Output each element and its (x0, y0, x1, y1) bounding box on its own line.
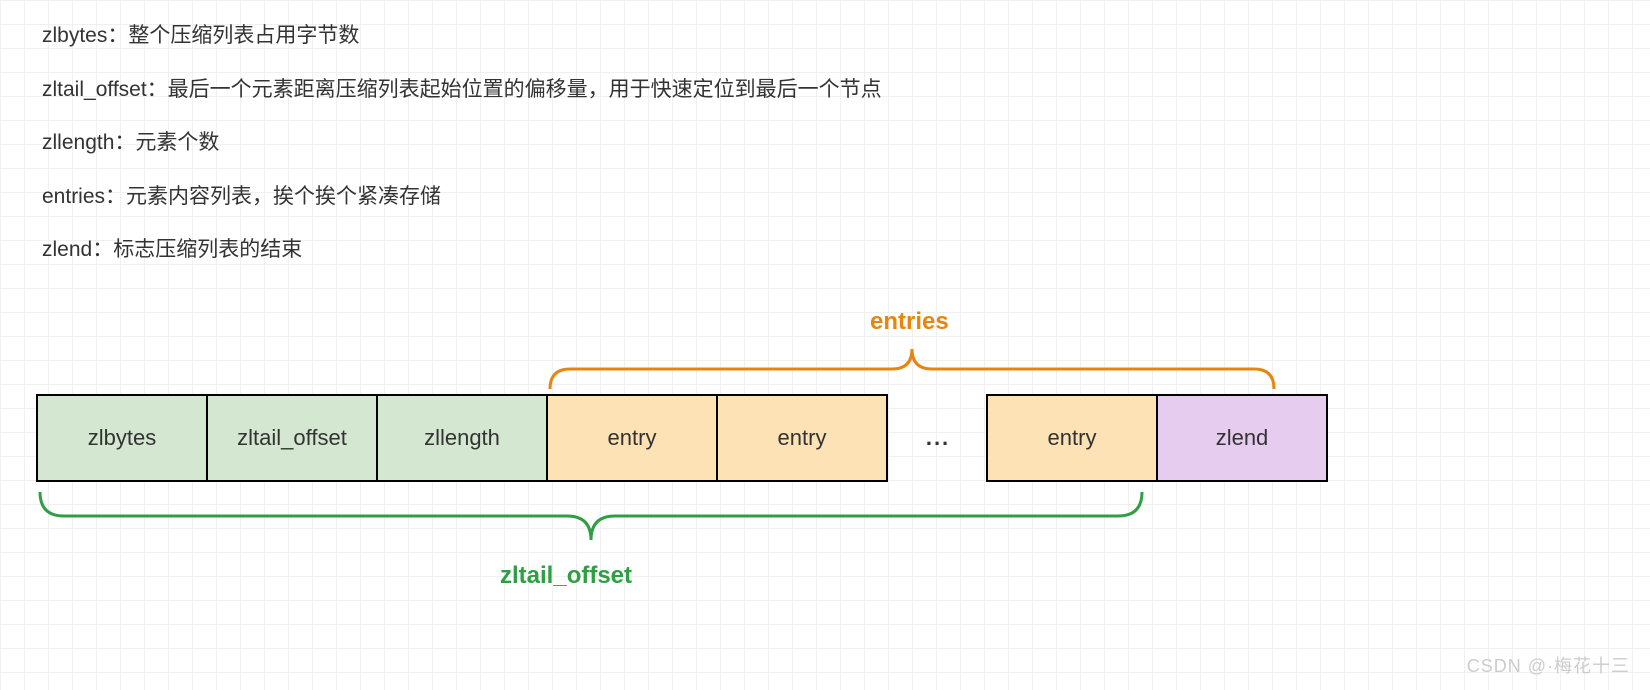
cell-zllength: zllength (376, 394, 548, 482)
watermark: CSDN @·梅花十三 (1467, 652, 1630, 678)
cell-zlend: zlend (1156, 394, 1328, 482)
cell-ellipsis: ... (888, 425, 988, 451)
entries-brace-icon (546, 345, 1278, 391)
cell-entry-2: entry (716, 394, 888, 482)
zltail-brace-label: zltail_offset (500, 562, 632, 590)
def-zllength: zllength：元素个数 (42, 127, 882, 159)
cell-entry-1: entry (546, 394, 718, 482)
cell-entry-3: entry (986, 394, 1158, 482)
def-entries: entries：元素内容列表，挨个挨个紧凑存储 (42, 181, 882, 213)
entries-brace-label: entries (870, 308, 949, 336)
def-zltail-offset: zltail_offset：最后一个元素距离压缩列表起始位置的偏移量，用于快速定… (42, 74, 882, 106)
cell-zlbytes: zlbytes (36, 394, 208, 482)
cell-zltail-offset: zltail_offset (206, 394, 378, 482)
zltail-brace-icon (36, 486, 1146, 546)
ziplist-diagram: zlbytes zltail_offset zllength entry ent… (36, 394, 1328, 482)
def-zlbytes: zlbytes：整个压缩列表占用字节数 (42, 20, 882, 52)
definitions-list: zlbytes：整个压缩列表占用字节数 zltail_offset：最后一个元素… (42, 20, 882, 288)
def-zlend: zlend：标志压缩列表的结束 (42, 234, 882, 266)
